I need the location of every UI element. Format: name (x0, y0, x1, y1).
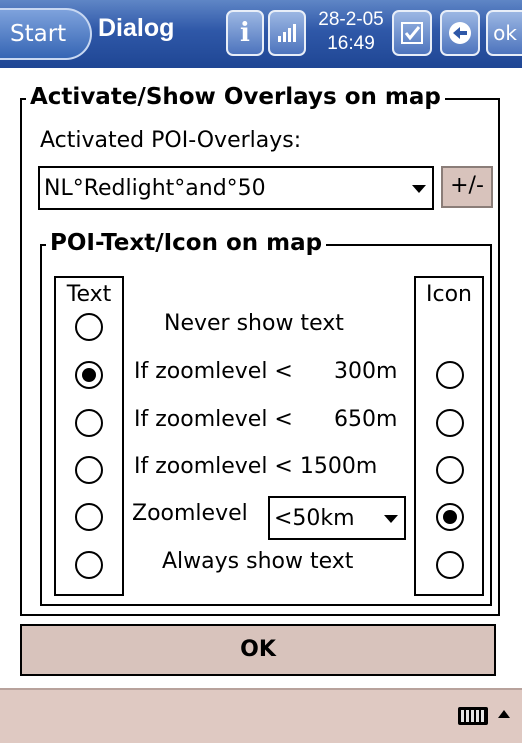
signal-icon[interactable] (268, 10, 306, 56)
zoom-option-label: If zoomlevel < (134, 359, 293, 384)
text-radio[interactable] (75, 456, 103, 484)
text-radio[interactable] (75, 313, 103, 341)
ok-button[interactable]: OK (20, 624, 496, 676)
icon-column-header: Icon (426, 282, 472, 307)
check-mark-icon (401, 22, 423, 44)
icon-radio[interactable] (436, 409, 464, 437)
clock-time: 16:49 (327, 33, 375, 54)
icon-radio[interactable] (436, 551, 464, 579)
text-column-header: Text (66, 282, 112, 307)
chevron-down-icon (412, 185, 426, 193)
clock[interactable]: 28-2-05 16:49 (318, 8, 384, 56)
icon-radio[interactable] (436, 503, 464, 531)
zoom-option-value: 650m (334, 407, 398, 432)
ok-title-button[interactable]: ok (486, 10, 522, 56)
zoom-option-label: Zoomlevel (132, 501, 248, 526)
text-radio[interactable] (75, 503, 103, 531)
text-radio[interactable] (75, 361, 103, 389)
icon-radio[interactable] (436, 456, 464, 484)
chevron-down-icon (384, 515, 398, 523)
window-title: Dialog (98, 14, 175, 42)
overlay-select-value: NL°Redlight°and°50 (44, 176, 266, 201)
title-bar: Start Dialog i 28-2-05 16:49 ok (0, 0, 522, 68)
info-icon[interactable]: i (226, 10, 264, 56)
zoom-option-label: Never show text (164, 311, 344, 336)
add-remove-overlay-button[interactable]: +/- (441, 166, 493, 208)
back-icon[interactable] (440, 10, 480, 56)
start-button[interactable]: Start (0, 8, 92, 60)
overlay-select[interactable]: NL°Redlight°and°50 (38, 166, 434, 210)
zoomlevel-select[interactable]: <50km (268, 496, 406, 540)
clock-date: 28-2-05 (318, 9, 384, 30)
back-arrow-icon (449, 22, 471, 44)
text-radio[interactable] (75, 409, 103, 437)
keyboard-icon[interactable] (458, 707, 488, 725)
poi-group-title: POI-Text/Icon on map (46, 229, 327, 257)
activated-overlays-label: Activated POI-Overlays: (40, 128, 302, 153)
zoomlevel-select-value: <50km (274, 506, 355, 531)
icon-radio[interactable] (436, 361, 464, 389)
menu-bar (0, 688, 522, 743)
zoom-option-label: If zoomlevel < 1500m (134, 454, 378, 479)
zoom-option-label: Always show text (162, 549, 354, 574)
checkbox-icon[interactable] (392, 10, 432, 56)
text-radio[interactable] (75, 551, 103, 579)
signal-bars-icon (278, 24, 296, 42)
overlays-group-title: Activate/Show Overlays on map (26, 83, 445, 111)
up-arrow-icon[interactable] (498, 710, 510, 718)
zoom-option-value: 300m (334, 359, 398, 384)
zoom-option-label: If zoomlevel < (134, 407, 293, 432)
